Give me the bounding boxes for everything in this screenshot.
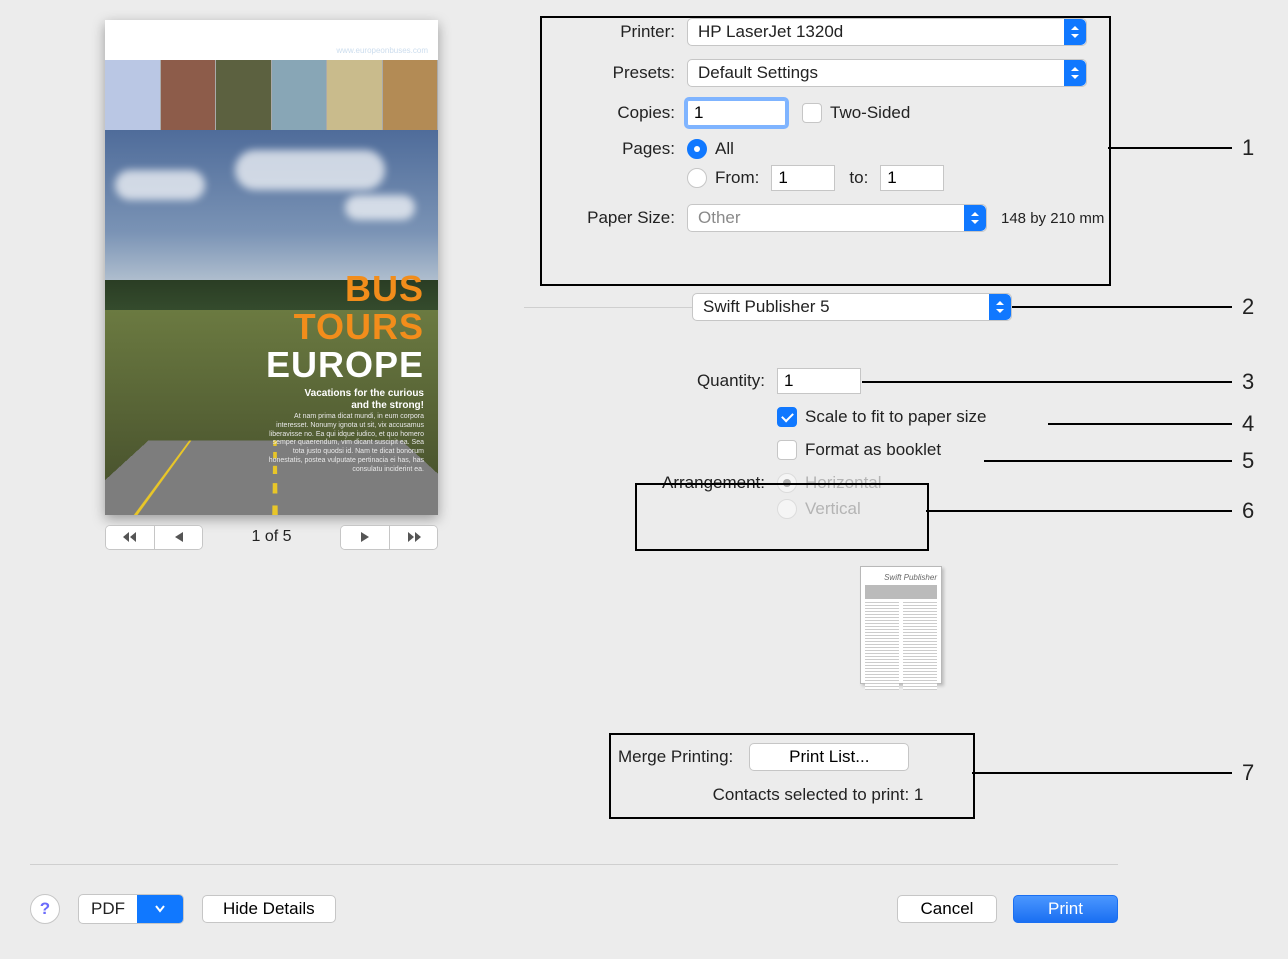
updown-arrows-icon <box>989 294 1011 320</box>
arrangement-vertical-radio <box>777 499 797 519</box>
arrangement-horizontal-radio <box>777 473 797 493</box>
page-counter: 1 of 5 <box>251 528 291 546</box>
copies-input[interactable] <box>687 100 786 126</box>
next-page-button[interactable] <box>341 526 389 549</box>
dialog-bottom-bar: ? PDF Hide Details Cancel Print <box>0 889 1148 929</box>
prev-page-button[interactable] <box>154 526 202 549</box>
callout-5: 5 <box>1242 448 1254 474</box>
quantity-label: Quantity: <box>545 371 765 391</box>
two-sided-label: Two-Sided <box>830 103 910 123</box>
print-settings: Printer: HP LaserJet 1320d Presets: Defa… <box>545 18 1198 245</box>
booklet-checkbox[interactable] <box>777 440 797 460</box>
updown-arrows-icon <box>964 205 986 231</box>
paper-size-dimensions: 148 by 210 mm <box>1001 210 1104 227</box>
print-dialog: Europe on Buses Inc. www.europeonbuses.c… <box>0 0 1218 959</box>
presets-select[interactable]: Default Settings <box>687 59 1087 87</box>
preview-tagline-2: and the strong! <box>305 400 424 412</box>
arrangement-thumbnail: Swift Publisher <box>860 566 942 684</box>
pages-all-radio[interactable] <box>687 139 707 159</box>
callout-1: 1 <box>1242 135 1254 161</box>
quantity-input[interactable] <box>777 368 861 394</box>
callout-7: 7 <box>1242 760 1254 786</box>
preview-headline-2: TOURS <box>266 308 424 346</box>
arrangement-label: Arrangement: <box>545 473 765 493</box>
last-page-button[interactable] <box>389 526 437 549</box>
booklet-label: Format as booklet <box>805 440 941 460</box>
arrangement-horizontal-label: Horizontal <box>805 473 882 493</box>
pages-from-radio[interactable] <box>687 168 707 188</box>
callout-2: 2 <box>1242 294 1254 320</box>
merge-printing: Merge Printing: Print List... Contacts s… <box>618 743 1018 805</box>
separator <box>30 864 1118 865</box>
app-settings: Quantity: Scale to fit to paper size For… <box>545 368 1105 532</box>
preview-nav: 1 of 5 <box>105 523 438 551</box>
help-icon: ? <box>40 899 50 919</box>
presets-label: Presets: <box>545 63 675 83</box>
pages-from-input[interactable] <box>771 165 835 191</box>
preview-headline-3: EUROPE <box>266 346 424 384</box>
preview-body: At nam prima dicat mundi, in eum corpora… <box>264 413 424 474</box>
preview-headline-1: BUS <box>266 270 424 308</box>
app-options-select[interactable]: Swift Publisher 5 <box>692 293 1012 321</box>
preview-company-url: www.europeonbuses.com <box>316 47 428 56</box>
callout-6: 6 <box>1242 498 1254 524</box>
printer-select[interactable]: HP LaserJet 1320d <box>687 18 1087 46</box>
two-sided-checkbox[interactable] <box>802 103 822 123</box>
paper-size-select[interactable]: Other <box>687 204 987 232</box>
chevron-down-icon <box>137 895 183 923</box>
paper-size-label: Paper Size: <box>545 208 675 228</box>
scale-checkbox[interactable] <box>777 407 797 427</box>
pages-from-label: From: <box>715 168 759 188</box>
pages-to-input[interactable] <box>880 165 944 191</box>
merge-label: Merge Printing: <box>618 747 733 767</box>
printer-label: Printer: <box>545 22 675 42</box>
updown-arrows-icon <box>1064 19 1086 45</box>
preview-tagline-1: Vacations for the curious <box>305 388 424 400</box>
print-list-button[interactable]: Print List... <box>749 743 909 771</box>
merge-status: Contacts selected to print: 1 <box>618 785 1018 805</box>
first-page-button[interactable] <box>106 526 154 549</box>
print-button[interactable]: Print <box>1013 895 1118 923</box>
callout-3: 3 <box>1242 369 1254 395</box>
print-preview-page: Europe on Buses Inc. www.europeonbuses.c… <box>105 20 438 515</box>
pages-all-label: All <box>715 139 734 159</box>
cancel-button[interactable]: Cancel <box>897 895 997 923</box>
scale-label: Scale to fit to paper size <box>805 407 986 427</box>
copies-label: Copies: <box>545 103 675 123</box>
callout-4: 4 <box>1242 411 1254 437</box>
pages-label: Pages: <box>545 139 675 159</box>
pdf-menu-button[interactable]: PDF <box>78 894 184 924</box>
hide-details-button[interactable]: Hide Details <box>202 895 336 923</box>
pages-to-label: to: <box>849 168 868 188</box>
updown-arrows-icon <box>1064 60 1086 86</box>
help-button[interactable]: ? <box>30 894 60 924</box>
divider <box>524 307 694 308</box>
arrangement-vertical-label: Vertical <box>805 499 861 519</box>
